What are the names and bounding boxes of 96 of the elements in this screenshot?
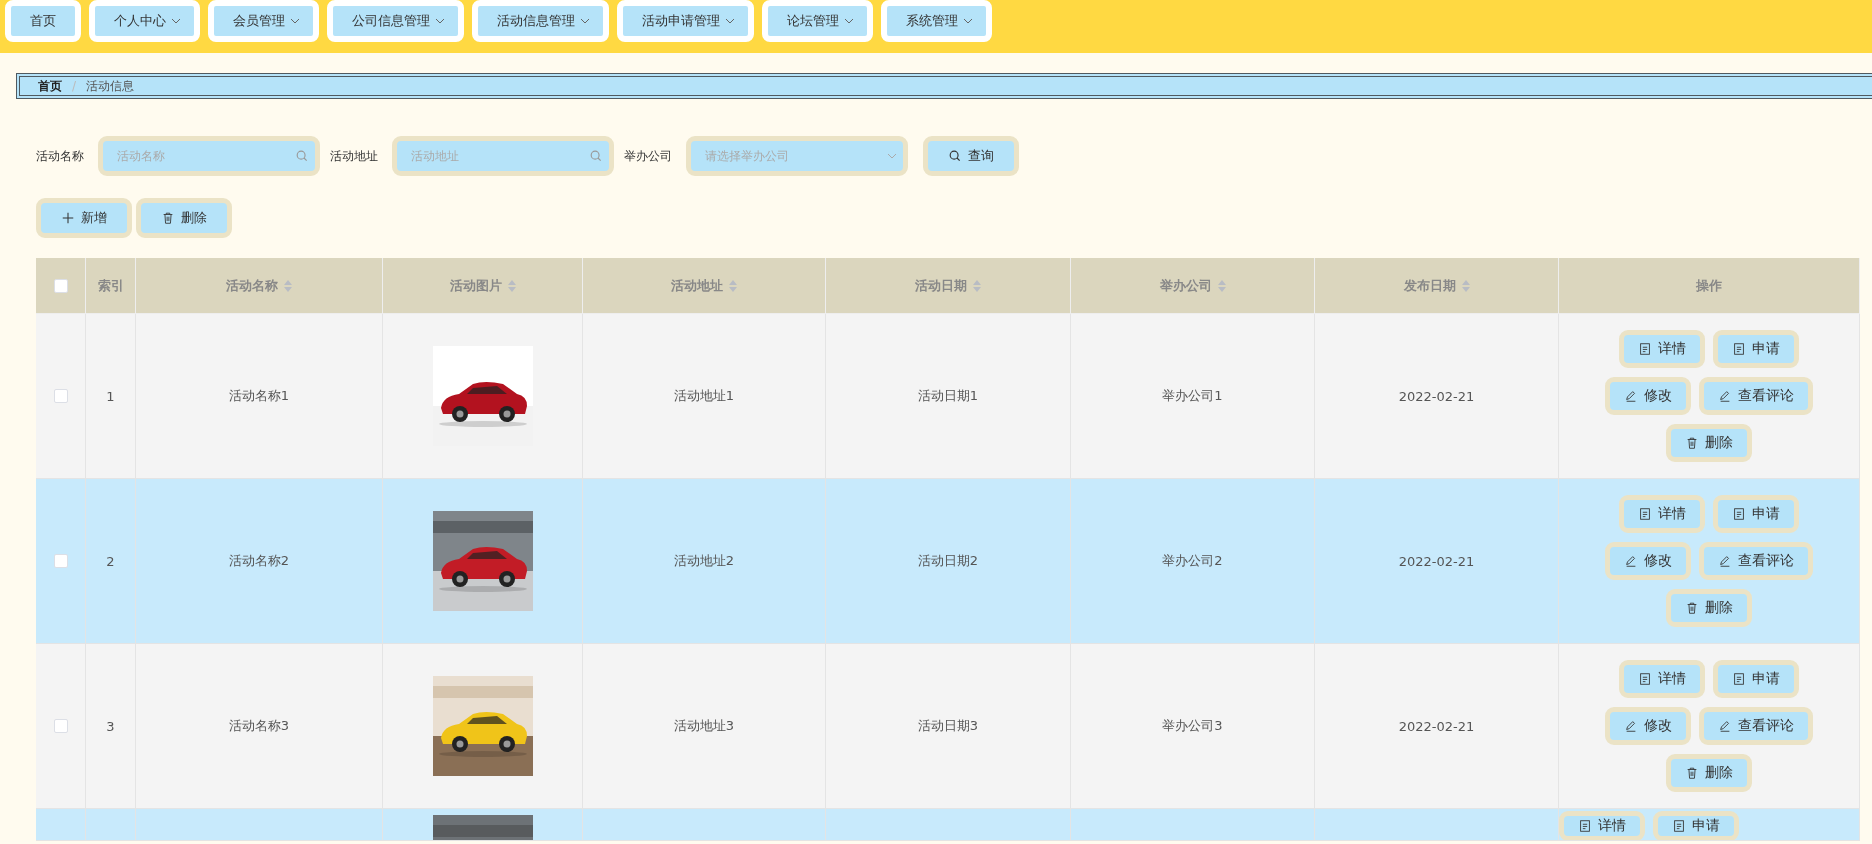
row-action-button[interactable]: 申请 xyxy=(1713,660,1799,698)
chevron-down-icon xyxy=(290,18,300,24)
checkbox[interactable] xyxy=(53,389,68,403)
nav-menu-item[interactable]: 论坛管理 xyxy=(762,0,873,42)
row-action-button[interactable]: 删除 xyxy=(1666,589,1752,627)
document-icon xyxy=(1638,672,1652,686)
row-action-button[interactable]: 详情 xyxy=(1619,330,1705,368)
plus-icon xyxy=(61,211,75,225)
table-cell: 2022-02-21 xyxy=(1398,553,1475,569)
document-icon xyxy=(1672,818,1686,833)
sort-icon xyxy=(507,279,516,292)
sort-icon xyxy=(1461,279,1470,292)
row-index: 1 xyxy=(106,388,115,404)
table-cell: 活动日期2 xyxy=(917,552,979,570)
table-cell: 活动地址1 xyxy=(673,387,735,405)
search-icon xyxy=(948,149,962,163)
trash-icon xyxy=(1685,436,1699,450)
sort-icon xyxy=(1217,279,1226,292)
pencil-icon xyxy=(1624,719,1638,733)
table-cell: 活动名称1 xyxy=(228,387,290,405)
row-index: 3 xyxy=(106,718,115,734)
document-icon xyxy=(1638,507,1652,521)
row-action-button[interactable]: 查看评论 xyxy=(1699,707,1813,745)
table-cell: 活动名称3 xyxy=(228,717,290,735)
row-action-button[interactable]: 详情 xyxy=(1619,660,1705,698)
table-cell: 2022-02-21 xyxy=(1398,718,1475,734)
chevron-down-icon xyxy=(580,18,590,24)
document-icon xyxy=(1732,342,1746,356)
breadcrumb-separator: / xyxy=(72,79,77,93)
filter-label: 举办公司 xyxy=(624,147,672,165)
table-cell: 活动地址2 xyxy=(673,552,735,570)
row-action-button[interactable]: 修改 xyxy=(1605,542,1691,580)
pencil-icon xyxy=(1718,389,1732,403)
row-action-button[interactable]: 查看评论 xyxy=(1699,542,1813,580)
pencil-icon xyxy=(1718,719,1732,733)
chevron-down-icon xyxy=(887,153,897,159)
sort-icon xyxy=(284,279,292,292)
pencil-icon xyxy=(1624,554,1638,568)
table-cell: 2022-02-21 xyxy=(1398,388,1475,404)
add-button[interactable]: 新增 xyxy=(36,198,132,238)
nav-menu-item[interactable]: 公司信息管理 xyxy=(327,0,464,42)
row-action-button[interactable]: 申请 xyxy=(1713,330,1799,368)
row-action-button[interactable]: 删除 xyxy=(1666,754,1752,792)
pencil-icon xyxy=(1624,389,1638,403)
filter-label: 活动名称 xyxy=(36,147,84,165)
row-action-button[interactable]: 修改 xyxy=(1605,377,1691,415)
row-action-button[interactable]: 申请 xyxy=(1713,495,1799,533)
nav-menu-item[interactable]: 个人中心 xyxy=(89,0,200,42)
nav-menu-item[interactable]: 会员管理 xyxy=(208,0,319,42)
column-header: 索引 xyxy=(97,276,124,295)
table-cell: 举办公司1 xyxy=(1162,387,1223,405)
row-action-button[interactable]: 查看评论 xyxy=(1699,377,1813,415)
table-cell: 活动地址3 xyxy=(673,717,735,735)
chevron-down-icon xyxy=(171,18,181,24)
document-icon xyxy=(1638,342,1652,356)
nav-menu-item[interactable]: 活动申请管理 xyxy=(617,0,754,42)
delete-button[interactable]: 删除 xyxy=(136,198,232,238)
checkbox[interactable] xyxy=(53,554,68,568)
search-field[interactable]: 活动名称 xyxy=(98,136,320,176)
chevron-down-icon xyxy=(963,18,973,24)
table-cell: 举办公司2 xyxy=(1162,552,1223,570)
document-icon xyxy=(1732,507,1746,521)
row-action-button[interactable]: 详情 xyxy=(1559,810,1645,840)
nav-menu-item[interactable]: 首页 xyxy=(5,0,81,42)
chevron-down-icon xyxy=(725,18,735,24)
company-select[interactable]: 请选择举办公司 xyxy=(686,136,908,176)
sort-icon xyxy=(973,279,981,292)
search-field[interactable]: 活动地址 xyxy=(392,136,614,176)
row-action-button[interactable]: 修改 xyxy=(1605,707,1691,745)
pencil-icon xyxy=(1718,554,1732,568)
query-button[interactable]: 查询 xyxy=(923,136,1019,176)
search-icon xyxy=(589,149,603,163)
table-cell: 活动名称2 xyxy=(228,552,290,570)
checkbox[interactable] xyxy=(53,719,68,733)
row-index: 2 xyxy=(106,553,115,569)
row-action-button[interactable]: 删除 xyxy=(1666,424,1752,462)
document-icon xyxy=(1732,672,1746,686)
trash-icon xyxy=(161,211,175,225)
nav-menu-item[interactable]: 系统管理 xyxy=(881,0,992,42)
document-icon xyxy=(1578,818,1592,833)
trash-icon xyxy=(1685,766,1699,780)
trash-icon xyxy=(1685,601,1699,615)
table-cell: 举办公司3 xyxy=(1162,717,1223,735)
nav-menu-item[interactable]: 活动信息管理 xyxy=(472,0,609,42)
breadcrumb-link[interactable]: 首页 xyxy=(38,77,62,95)
row-action-button[interactable]: 申请 xyxy=(1653,810,1739,840)
chevron-down-icon xyxy=(435,18,445,24)
chevron-down-icon xyxy=(844,18,854,24)
filter-label: 活动地址 xyxy=(330,147,378,165)
checkbox[interactable] xyxy=(53,278,68,293)
column-header: 操作 xyxy=(1696,276,1722,295)
search-icon xyxy=(295,149,309,163)
table-cell: 活动日期3 xyxy=(917,717,979,735)
row-action-button[interactable]: 详情 xyxy=(1619,495,1705,533)
sort-icon xyxy=(729,279,737,292)
table-cell: 活动日期1 xyxy=(917,387,979,405)
